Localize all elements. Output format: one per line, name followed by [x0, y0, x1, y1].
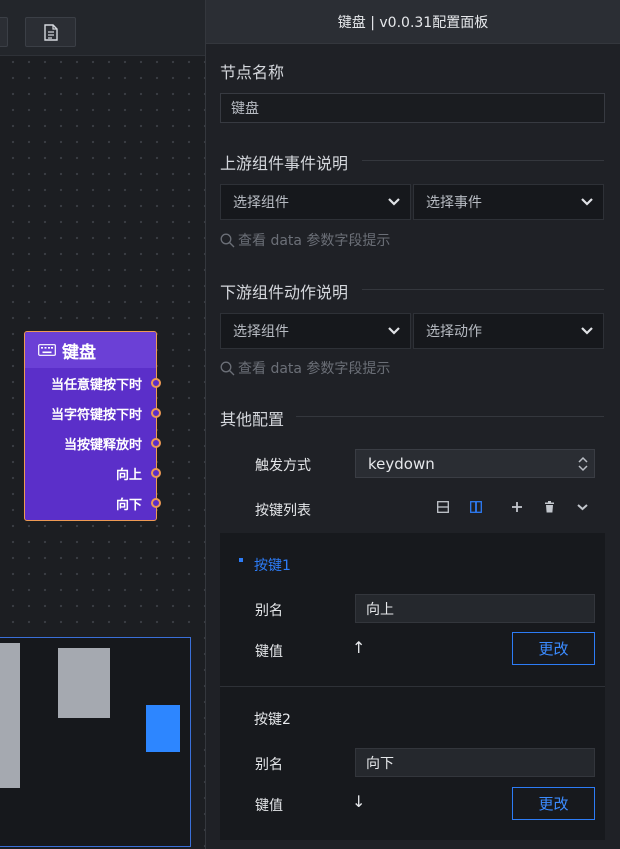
change-key-button[interactable]: 更改 — [512, 632, 595, 665]
document-button[interactable] — [25, 17, 76, 47]
search-icon — [220, 361, 235, 375]
chevron-down-icon — [581, 327, 593, 335]
minimap-viewport[interactable] — [146, 705, 180, 752]
select-value: 选择事件 — [426, 195, 482, 211]
keyboard-node[interactable]: 键盘 当任意键按下时 当字符键按下时 当按键释放时 向上 向下 — [24, 331, 161, 521]
output-port[interactable] — [151, 378, 161, 388]
delete-key-button[interactable] — [541, 499, 557, 515]
active-key-marker — [239, 558, 243, 562]
collapse-icon — [437, 501, 449, 513]
minimap-block — [58, 648, 110, 718]
key-item-title[interactable]: 按键1 — [254, 555, 291, 575]
alias-label: 别名 — [255, 757, 283, 773]
node-port-row: 当字符键按下时 — [25, 398, 161, 428]
hint-text: 查看 data 参数字段提示 — [238, 233, 391, 249]
upstream-section-title: 上游组件事件说明 — [220, 154, 349, 173]
upstream-data-hint[interactable]: 查看 data 参数字段提示 — [220, 230, 390, 250]
key-value-label: 键值 — [255, 644, 283, 660]
port-label: 向上 — [115, 467, 142, 483]
node-name-label: 节点名称 — [220, 63, 285, 82]
minimap[interactable] — [0, 637, 191, 847]
port-label: 向下 — [115, 497, 142, 513]
node-port-row: 当按键释放时 — [25, 428, 161, 458]
change-key-button[interactable]: 更改 — [512, 787, 595, 820]
alias-label: 别名 — [255, 603, 283, 619]
chevron-down-icon — [388, 198, 400, 206]
hint-text: 查看 data 参数字段提示 — [238, 361, 391, 377]
canvas-toolbar — [0, 0, 205, 56]
port-label: 当任意键按下时 — [50, 377, 142, 393]
other-config-title: 其他配置 — [220, 410, 285, 429]
node-header[interactable]: 键盘 — [25, 332, 156, 368]
select-value: keydown — [368, 454, 435, 473]
upstream-component-select[interactable]: 选择组件 — [220, 184, 411, 220]
key-value-display: ↑ — [352, 638, 366, 657]
section-divider — [362, 160, 604, 161]
chevron-down-icon — [388, 327, 400, 335]
alias-input[interactable]: 向下 — [355, 748, 595, 777]
key-value-display: ↓ — [352, 792, 366, 811]
flow-canvas[interactable]: 键盘 当任意键按下时 当字符键按下时 当按键释放时 向上 向下 — [0, 0, 205, 849]
collapse-all-button[interactable] — [435, 499, 451, 515]
key-value-label: 键值 — [255, 798, 283, 814]
node-port-row: 当任意键按下时 — [25, 368, 161, 398]
key-divider — [220, 686, 605, 687]
node-port-row: 向下 — [25, 488, 161, 518]
section-divider — [362, 289, 604, 290]
port-label: 当字符键按下时 — [50, 407, 142, 423]
minimap-block — [0, 643, 20, 788]
upstream-event-select[interactable]: 选择事件 — [413, 184, 604, 220]
config-panel: 键盘 | v0.0.31配置面板 节点名称 键盘 上游组件事件说明 选择组件 选… — [205, 0, 620, 849]
expand-all-button[interactable] — [468, 499, 484, 515]
alias-input[interactable]: 向上 — [355, 594, 595, 623]
section-divider — [296, 416, 604, 417]
downstream-data-hint[interactable]: 查看 data 参数字段提示 — [220, 358, 390, 378]
add-key-button[interactable] — [509, 499, 525, 515]
trigger-label: 触发方式 — [255, 458, 311, 474]
toolbar-button-left[interactable] — [0, 17, 8, 47]
output-port[interactable] — [151, 468, 161, 478]
select-value: 选择组件 — [233, 195, 289, 211]
trash-icon — [544, 501, 554, 513]
chevron-down-icon — [581, 198, 593, 206]
node-port-row: 向上 — [25, 458, 161, 488]
plus-icon — [512, 502, 522, 512]
select-value: 选择动作 — [426, 324, 482, 340]
node-title: 键盘 — [62, 342, 96, 363]
keyboard-icon — [38, 344, 56, 356]
toggle-list-button[interactable] — [574, 499, 590, 515]
output-port[interactable] — [151, 498, 161, 508]
key-list-label: 按键列表 — [255, 503, 311, 519]
search-icon — [220, 233, 235, 247]
document-icon — [43, 23, 58, 41]
port-label: 当按键释放时 — [63, 437, 142, 453]
chevron-updown-icon — [578, 456, 588, 472]
output-port[interactable] — [151, 408, 161, 418]
expand-icon — [470, 501, 482, 513]
select-value: 选择组件 — [233, 324, 289, 340]
node-name-input[interactable]: 键盘 — [220, 93, 605, 123]
chevron-down-icon — [576, 504, 588, 511]
key-item-title[interactable]: 按键2 — [254, 709, 291, 729]
output-port[interactable] — [151, 438, 161, 448]
trigger-select[interactable]: keydown — [355, 449, 595, 478]
downstream-component-select[interactable]: 选择组件 — [220, 313, 411, 349]
downstream-action-select[interactable]: 选择动作 — [413, 313, 604, 349]
panel-header: 键盘 | v0.0.31配置面板 — [206, 0, 620, 44]
downstream-section-title: 下游组件动作说明 — [220, 283, 349, 302]
